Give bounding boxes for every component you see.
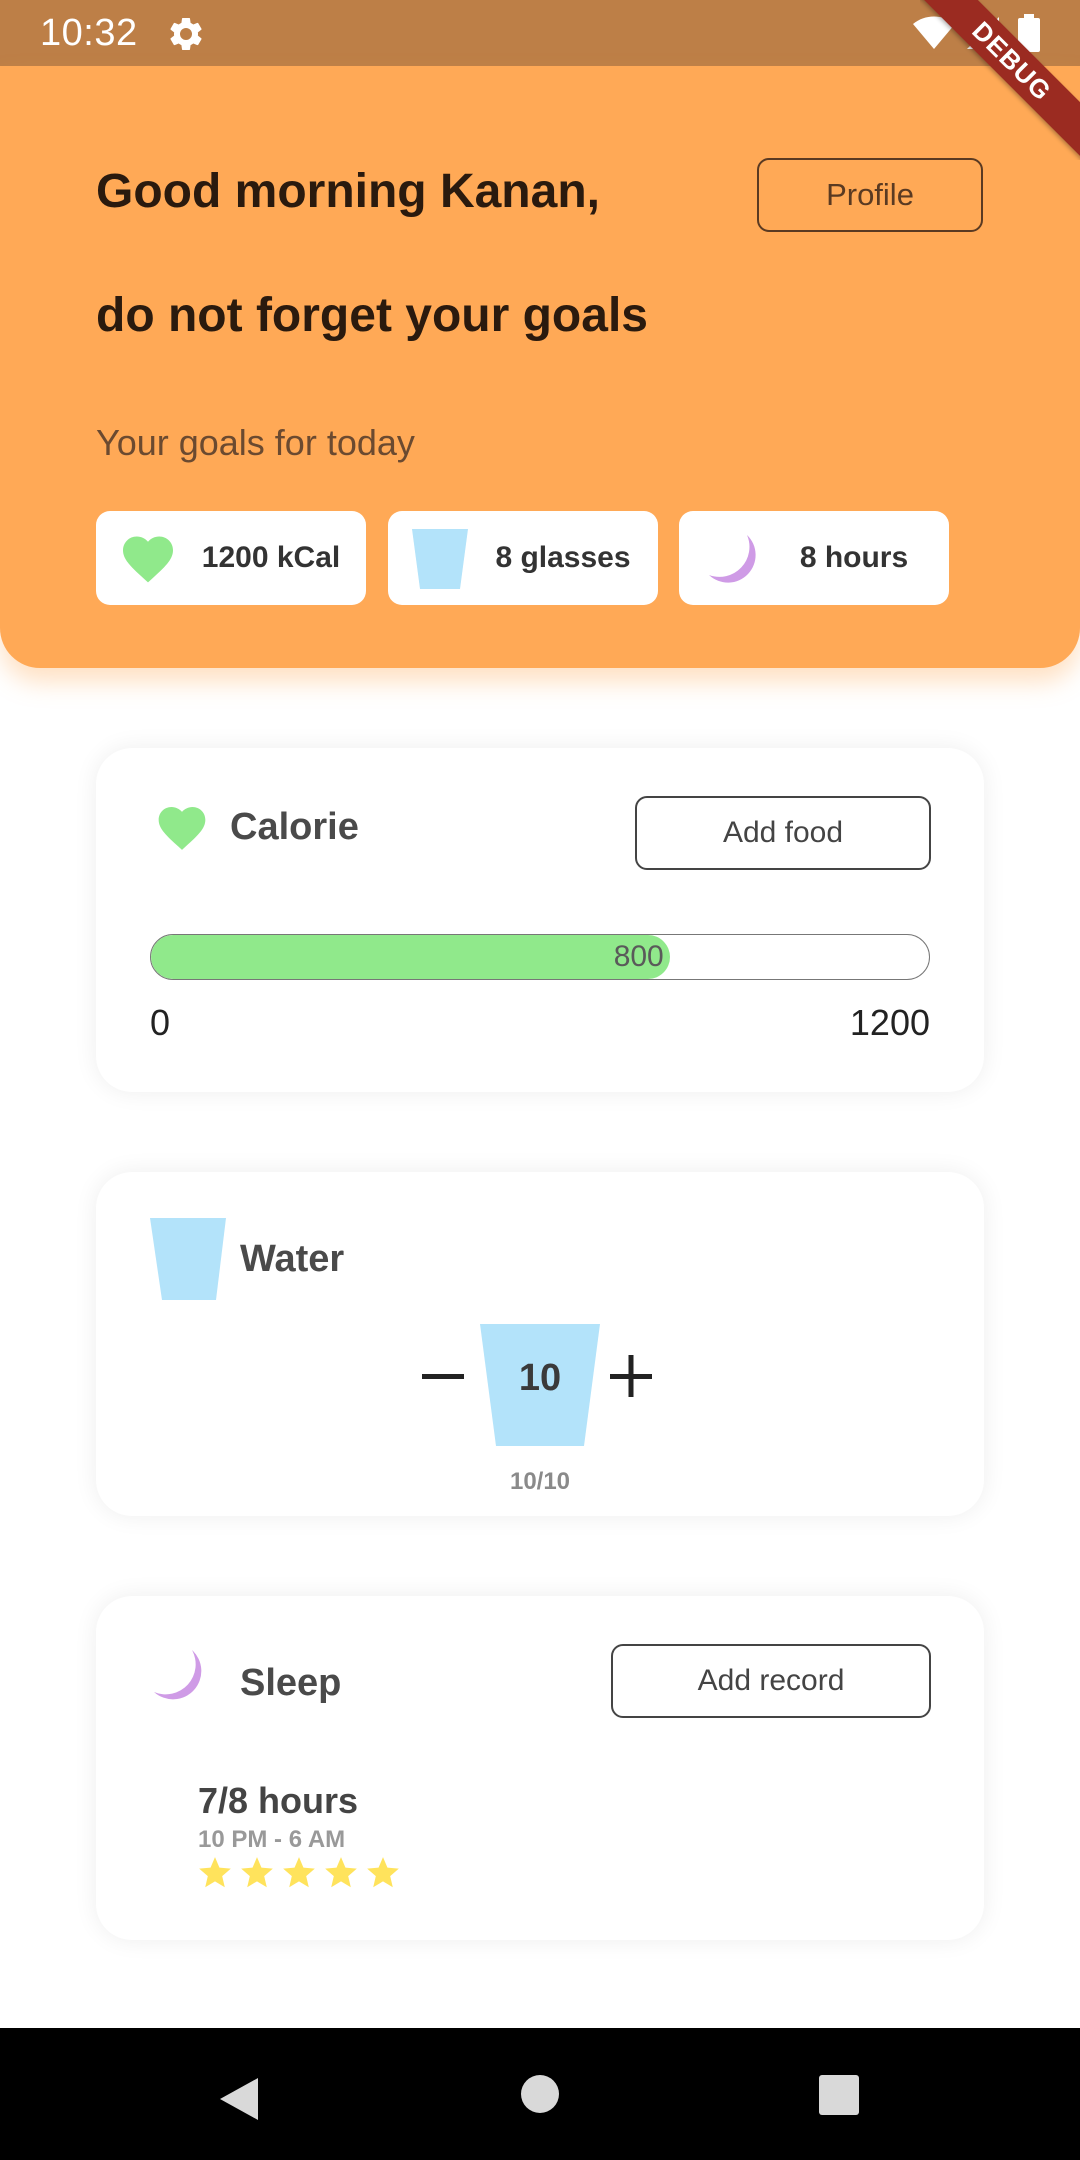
header: Good morning Kanan, do not forget your g… [0,66,1080,668]
wifi-icon [913,16,955,49]
add-food-button[interactable]: Add food [635,796,931,870]
plus-icon [610,1355,652,1397]
star-icon [199,1857,231,1888]
water-count: 10 [518,1356,562,1399]
star-icon [325,1857,357,1888]
goal-chip-water: 8 glasses [388,511,658,605]
status-time: 10:32 [40,12,138,54]
moon-icon [154,1650,202,1700]
navigation-bar [0,2028,1080,2160]
increase-water-button[interactable] [604,1348,660,1404]
goals-label: Your goals for today [96,422,415,463]
calorie-progress-fill [151,935,670,979]
calorie-progress-bar: 800 [150,934,930,980]
greeting-line-1: Good morning Kanan, [96,165,600,218]
water-card: Water 10 10/10 [96,1172,984,1516]
goal-calorie-label: 1200 kCal [201,541,341,574]
moon-icon [709,535,756,583]
add-record-button[interactable]: Add record [611,1644,931,1718]
star-icon [367,1857,399,1888]
sleep-card: Sleep Add record 7/8 hours 10 PM - 6 AM [96,1596,984,1940]
minus-icon [422,1374,464,1379]
water-progress-text: 10/10 [509,1468,571,1495]
star-icon [241,1857,273,1888]
gear-icon [170,17,202,50]
greeting-line-2: do not forget your goals [96,289,648,342]
recents-icon[interactable] [818,2074,860,2116]
glass-icon [412,529,468,589]
goal-chip-sleep: 8 hours [679,511,949,605]
signal-icon [967,17,999,49]
goal-water-label: 8 glasses [495,541,631,574]
calorie-max-label: 1200 [849,1002,930,1043]
decrease-water-button[interactable] [416,1348,472,1404]
goal-sleep-label: 8 hours [799,541,909,574]
back-icon[interactable] [216,2076,262,2122]
calorie-min-label: 0 [150,1002,171,1043]
water-title: Water [240,1238,345,1280]
sleep-hours: 7/8 hours [198,1780,359,1821]
home-icon[interactable] [520,2074,560,2114]
calorie-current-value: 800 [613,940,664,973]
heart-icon [158,807,206,850]
star-icon [283,1857,315,1888]
calorie-card: Calorie Add food 800 0 1200 [96,748,984,1092]
heart-icon [123,536,173,583]
battery-icon [1018,14,1040,52]
status-bar: 10:32 [0,0,1080,66]
calorie-title: Calorie [230,806,359,848]
glass-icon [150,1218,226,1300]
profile-button[interactable]: Profile [757,158,983,232]
sleep-title: Sleep [240,1662,342,1704]
goal-chip-calorie: 1200 kCal [96,511,366,605]
sleep-time-range: 10 PM - 6 AM [198,1826,346,1853]
sleep-rating [196,1854,402,1892]
